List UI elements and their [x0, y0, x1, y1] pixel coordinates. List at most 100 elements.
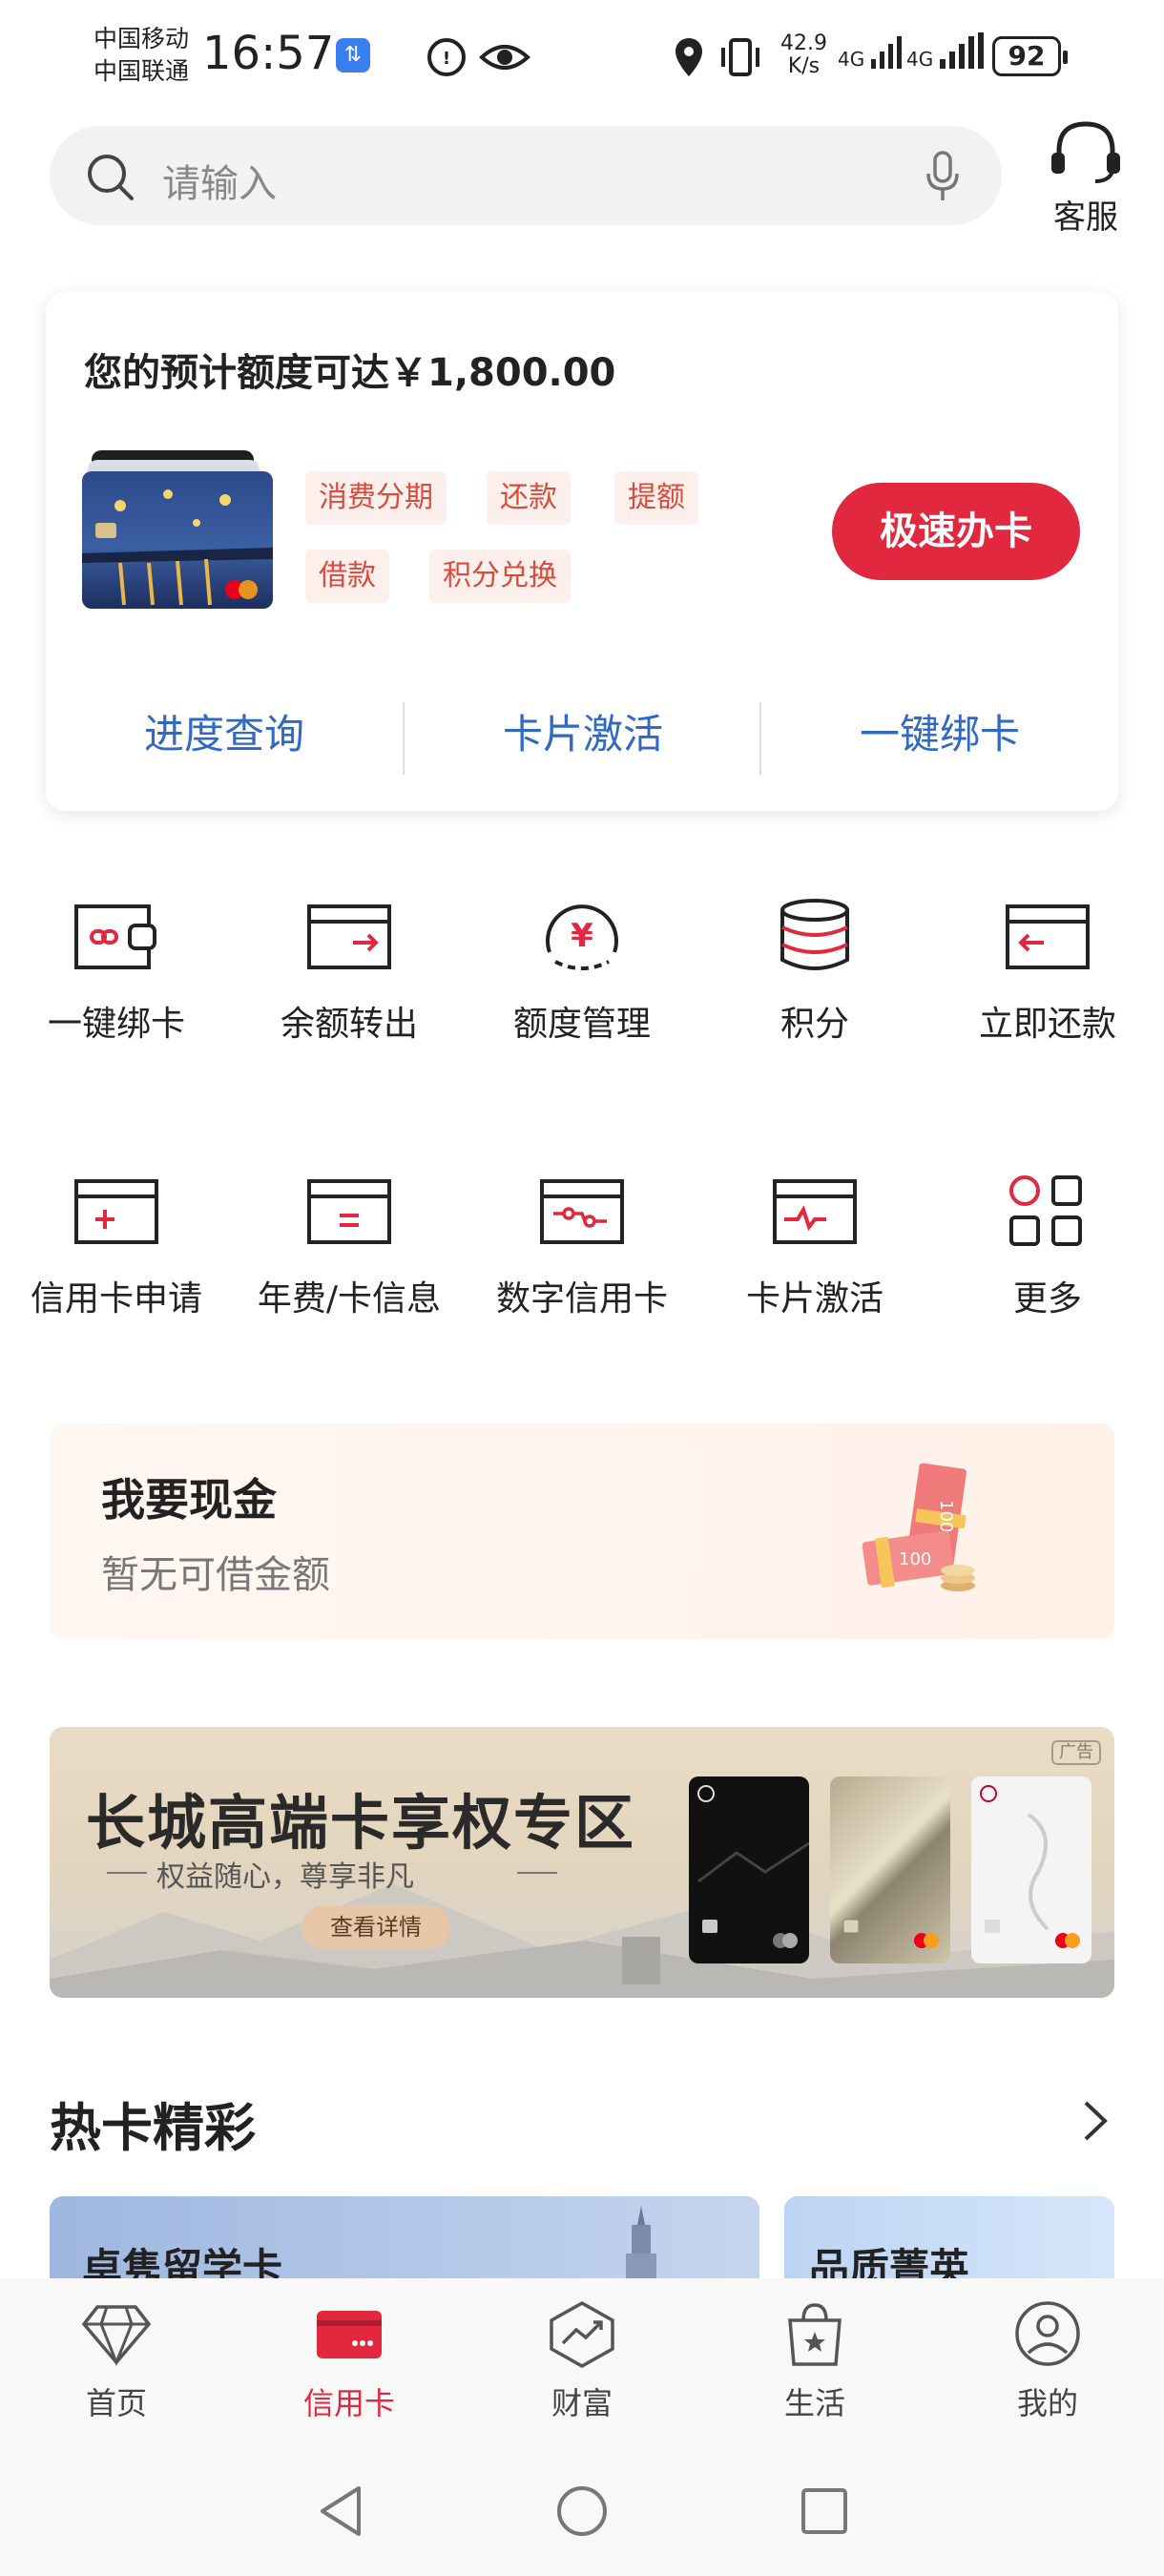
tag-points-exchange[interactable]: 积分兑换 — [429, 550, 571, 603]
grid-label: 额度管理 — [512, 1005, 651, 1044]
grid-one-click-bind[interactable]: 一键绑卡 — [0, 897, 233, 1046]
grid-digital-card[interactable]: 数字信用卡 — [466, 1172, 698, 1320]
status-bar: 中国移动 中国联通 16:57 ⇅ ! 42.9 K/s 4G 4G 92 — [0, 0, 1164, 114]
data-sync-icon: ⇅ — [336, 38, 370, 73]
nav-label: 我的 — [1016, 2385, 1078, 2421]
wealth-chart-icon — [550, 2300, 614, 2368]
progress-query-link[interactable]: 进度查询 — [46, 702, 403, 760]
more-grid-icon — [1009, 1175, 1082, 1246]
card-transfer-icon — [307, 904, 391, 969]
black-card-image — [689, 1776, 810, 1963]
signal-bars-icon — [939, 32, 984, 69]
nav-label: 首页 — [85, 2385, 147, 2421]
nav-label: 生活 — [783, 2385, 845, 2421]
cash-loan-banner[interactable]: 我要现金 暂无可借金额 100 100 — [50, 1423, 1114, 1639]
customer-service-button[interactable]: 客服 — [1038, 116, 1133, 238]
promo-subtitle: 权益随心，尊享非凡 — [156, 1860, 414, 1894]
mastercard-logo-icon — [842, 1919, 939, 1948]
microphone-icon[interactable] — [924, 149, 962, 204]
one-click-bind-link[interactable]: 一键绑卡 — [761, 702, 1118, 760]
tag-repayment[interactable]: 还款 — [487, 471, 571, 525]
headset-icon — [1051, 121, 1120, 183]
grid-balance-transfer[interactable]: 余额转出 — [233, 897, 466, 1046]
nav-life[interactable]: 生活 — [698, 2299, 931, 2423]
grid-label: 余额转出 — [280, 1005, 418, 1044]
signal-1-label: 4G — [838, 48, 865, 71]
grid-label: 更多 — [1012, 1279, 1082, 1319]
money-stack-illustration: 100 100 — [862, 1463, 975, 1591]
promo-title: 长城高端卡享权专区 — [86, 1788, 636, 1858]
diamond-icon — [81, 2305, 152, 2367]
search-bar[interactable]: 请输入 — [50, 126, 1002, 225]
network-speed: 42.9 K/s — [780, 32, 827, 78]
credit-card-icon — [317, 2311, 382, 2358]
quick-apply-button[interactable]: 极速办卡 — [832, 483, 1080, 580]
card-repay-icon — [1006, 904, 1090, 969]
grid-more[interactable]: 更多 — [931, 1172, 1164, 1320]
grid-points[interactable]: 积分 — [698, 897, 931, 1046]
card-stack-image[interactable] — [82, 450, 273, 609]
search-input[interactable]: 请输入 — [162, 153, 277, 208]
nav-mine[interactable]: 我的 — [931, 2299, 1164, 2423]
grid-label: 卡片激活 — [745, 1279, 883, 1319]
cash-subtitle: 暂无可借金额 — [101, 1553, 330, 1597]
nav-credit-card[interactable]: 信用卡 — [233, 2299, 466, 2423]
grid-card-activation[interactable]: 卡片激活 — [698, 1172, 931, 1320]
clock: 16:57 — [202, 27, 335, 80]
tag-installment[interactable]: 消费分期 — [305, 471, 447, 525]
divider — [517, 1872, 557, 1874]
vibrate-icon — [721, 38, 759, 76]
signal-2: 4G — [906, 32, 986, 71]
mastercard-logo-icon — [980, 1785, 1080, 1948]
gold-card-image — [830, 1776, 950, 1963]
hot-cards-title: 热卡精彩 — [50, 2098, 256, 2158]
hot-card-elite[interactable]: 品质菁英 — [784, 2196, 1114, 2292]
battery-indicator: 92 — [992, 36, 1068, 76]
grid-label: 一键绑卡 — [47, 1005, 185, 1044]
grid-limit-management[interactable]: ¥ 额度管理 — [466, 897, 698, 1046]
carrier-labels: 中国移动 中国联通 — [94, 23, 189, 88]
tag-raise-limit[interactable]: 提额 — [614, 471, 698, 525]
grid-annual-fee[interactable]: 年费/卡信息 — [233, 1172, 466, 1320]
ad-tag: 广告 — [1051, 1740, 1101, 1765]
eye-icon — [479, 45, 530, 70]
net-speed-unit: K/s — [787, 54, 821, 78]
recent-apps-icon[interactable] — [796, 2483, 853, 2540]
card-activation-link[interactable]: 卡片激活 — [405, 702, 761, 760]
signal-1: 4G — [838, 32, 904, 71]
white-card-image — [971, 1776, 1091, 1963]
divider — [107, 1872, 147, 1874]
grid-card-application[interactable]: 信用卡申请 — [0, 1172, 233, 1320]
grid-label: 信用卡申请 — [30, 1279, 202, 1319]
mastercard-logo-icon — [697, 1785, 810, 1948]
search-icon — [88, 155, 134, 200]
nav-wealth[interactable]: 财富 — [466, 2299, 698, 2423]
bottom-navigation: 首页 信用卡 财富 生活 我的 — [0, 2278, 1164, 2576]
svg-text:100: 100 — [936, 1500, 956, 1532]
back-icon[interactable] — [315, 2483, 368, 2540]
starry-night-card — [82, 471, 273, 609]
grid-label: 年费/卡信息 — [257, 1279, 442, 1319]
card-info-icon — [307, 1179, 391, 1244]
grid-label: 数字信用卡 — [495, 1279, 668, 1319]
net-speed-value: 42.9 — [780, 31, 827, 55]
nav-home[interactable]: 首页 — [0, 2299, 233, 2423]
great-wall-card-banner[interactable]: 长城高端卡享权专区 权益随心，尊享非凡 查看详情 广告 — [50, 1727, 1114, 1998]
chevron-right-icon[interactable] — [1076, 2095, 1114, 2147]
yuan-gauge-icon: ¥ — [546, 904, 618, 970]
location-icon — [676, 38, 702, 76]
carrier-2: 中国联通 — [94, 57, 190, 85]
card-pulse-icon — [773, 1179, 857, 1244]
nav-label: 财富 — [551, 2385, 613, 2421]
coin-stack-icon — [780, 899, 849, 970]
view-details-button[interactable]: 查看详情 — [301, 1906, 450, 1948]
hd-call-icon: ! — [427, 38, 466, 76]
service-label: 客服 — [1053, 198, 1118, 237]
tag-loan[interactable]: 借款 — [305, 550, 389, 603]
nav-label: 信用卡 — [302, 2385, 395, 2421]
hot-card-study-abroad[interactable]: 卓隽留学卡 — [50, 2196, 759, 2292]
svg-text:¥: ¥ — [571, 917, 593, 955]
credit-limit-panel: 您的预计额度可达￥1,800.00 消费分期 还款 提额 借款 积分兑换 极速办… — [46, 292, 1118, 811]
home-circle-icon[interactable] — [553, 2483, 611, 2540]
grid-repay-now[interactable]: 立即还款 — [931, 897, 1164, 1046]
